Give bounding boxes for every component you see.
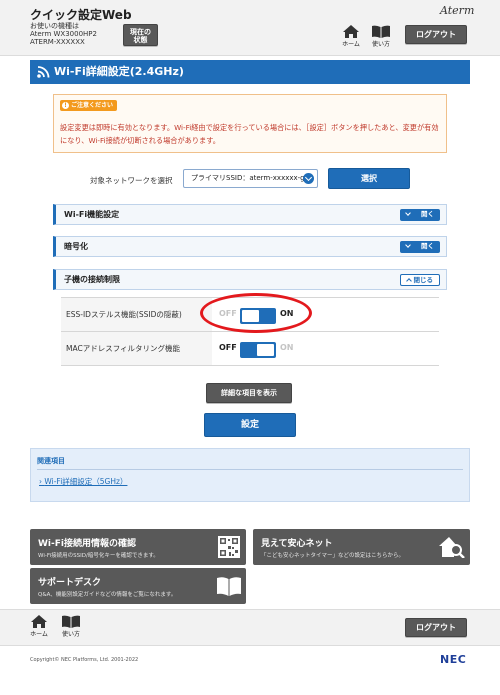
toggle-label: 開く bbox=[421, 242, 434, 250]
tile-desc: 「こども安心ネットタイマー」などの設定はこちらから。 bbox=[261, 553, 405, 559]
book-icon bbox=[372, 25, 390, 38]
home-icon bbox=[31, 615, 47, 628]
toggle-label: 開く bbox=[421, 210, 434, 218]
aterm-logo: Aterm bbox=[440, 4, 475, 17]
info-icon: ! bbox=[62, 102, 69, 109]
help-label: 使い方 bbox=[61, 631, 80, 638]
select-network-button[interactable]: 選択 bbox=[328, 168, 410, 189]
chevron-up-icon bbox=[406, 278, 412, 284]
copyright: Copyright© NEC Platforms, Ltd. 2001-2022 bbox=[30, 657, 139, 663]
setting-row-mac-filter: MACアドレスフィルタリング機能 OFF ON bbox=[61, 332, 439, 366]
switch-track bbox=[240, 342, 276, 358]
section-client-restriction[interactable]: 子機の接続制限 閉じる bbox=[53, 269, 447, 290]
apply-settings-button[interactable]: 設定 bbox=[204, 413, 296, 437]
nec-logo: NEC bbox=[440, 653, 467, 666]
chevron-down-icon bbox=[303, 173, 314, 184]
house-magnifier-icon bbox=[439, 537, 465, 558]
device-label: お使いの機種は bbox=[30, 22, 79, 30]
collapse-toggle[interactable]: 閉じる bbox=[400, 274, 440, 286]
expand-toggle[interactable]: 開く bbox=[400, 241, 440, 253]
current-status-label: 現在の 状態 bbox=[130, 28, 151, 44]
footer-help-nav[interactable]: 使い方 bbox=[58, 615, 84, 638]
related-link-label: Wi-Fi詳細設定（5GHz） bbox=[44, 477, 128, 486]
page-title: Wi-Fi詳細設定(2.4GHz) bbox=[54, 65, 184, 78]
safety-net-tile[interactable]: 見えて安心ネット 「こども安心ネットタイマー」などの設定はこちらから。 bbox=[253, 529, 470, 565]
section-encryption[interactable]: 暗号化 開く bbox=[53, 236, 447, 257]
notice-badge: ! ご注意ください bbox=[60, 100, 118, 111]
related-link[interactable]: › Wi-Fi詳細設定（5GHz） bbox=[39, 476, 127, 487]
notice-message: 設定変更は即時に有効となります。Wi-Fi経由で設定を行っている場合には、［設定… bbox=[60, 123, 439, 145]
highlight-ring bbox=[200, 293, 312, 333]
tile-desc: Wi-Fi接続用のSSID/暗号化キーを確認できます。 bbox=[38, 553, 159, 559]
qr-code-icon bbox=[218, 536, 240, 558]
switch-off-label: OFF bbox=[219, 343, 237, 352]
tile-title: Wi-Fi接続用情報の確認 bbox=[38, 539, 136, 549]
notice-badge-label: ご注意ください bbox=[71, 102, 114, 109]
model-name: Aterm WX3000HP2 bbox=[30, 30, 97, 38]
footer-bar: ホーム 使い方 ログアウト bbox=[0, 609, 500, 646]
tile-desc: Q&A、機能別設定ガイドなどの情報をご覧になれます。 bbox=[38, 592, 177, 598]
show-details-button[interactable]: 詳細な項目を表示 bbox=[206, 383, 292, 403]
related-items: 関連項目 › Wi-Fi詳細設定（5GHz） bbox=[30, 448, 470, 502]
setting-label: ESS-IDステルス機能(SSIDの隠蔽) bbox=[61, 298, 212, 331]
network-select-value: プライマリSSID：aterm-xxxxxx-g bbox=[191, 174, 305, 182]
switch-knob bbox=[257, 344, 274, 356]
current-status-button[interactable]: 現在の 状態 bbox=[123, 24, 158, 46]
tile-title: サポートデスク bbox=[38, 578, 102, 588]
chevron-down-icon bbox=[405, 242, 411, 248]
section-wifi-function[interactable]: Wi-Fi機能設定 開く bbox=[53, 204, 447, 225]
section-label: 子機の接続制限 bbox=[64, 275, 120, 284]
wifi-icon bbox=[37, 66, 50, 78]
divider bbox=[37, 469, 463, 470]
chevron-down-icon bbox=[405, 210, 411, 216]
related-heading: 関連項目 bbox=[37, 457, 65, 465]
toggle-label: 閉じる bbox=[413, 276, 434, 284]
page-title-bar: Wi-Fi詳細設定(2.4GHz) bbox=[30, 60, 470, 84]
home-icon bbox=[343, 25, 359, 38]
tile-title: 見えて安心ネット bbox=[261, 539, 333, 549]
home-label: ホーム bbox=[342, 41, 360, 48]
home-label: ホーム bbox=[30, 631, 48, 638]
setting-label: MACアドレスフィルタリング機能 bbox=[61, 332, 212, 365]
section-label: Wi-Fi機能設定 bbox=[64, 210, 120, 219]
book-icon bbox=[217, 577, 241, 596]
app-title: クイック設定Web bbox=[30, 8, 132, 22]
footer-home-nav[interactable]: ホーム bbox=[27, 615, 51, 638]
support-desk-tile[interactable]: サポートデスク Q&A、機能別設定ガイドなどの情報をご覧になれます。 bbox=[30, 568, 246, 604]
notice-box: ! ご注意ください 設定変更は即時に有効となります。Wi-Fi経由で設定を行ってい… bbox=[53, 94, 447, 153]
expand-toggle[interactable]: 開く bbox=[400, 209, 440, 221]
help-label: 使い方 bbox=[371, 41, 390, 48]
network-select[interactable]: プライマリSSID：aterm-xxxxxx-g bbox=[183, 169, 318, 188]
device-name: ATERM-XXXXXX bbox=[30, 38, 85, 46]
wifi-info-tile[interactable]: Wi-Fi接続用情報の確認 Wi-Fi接続用のSSID/暗号化キーを確認できます… bbox=[30, 529, 246, 565]
network-select-label: 対象ネットワークを選択 bbox=[90, 176, 173, 185]
help-nav[interactable]: 使い方 bbox=[368, 25, 394, 48]
home-nav[interactable]: ホーム bbox=[339, 25, 363, 48]
switch-on-label: ON bbox=[280, 343, 294, 352]
header: クイック設定Web お使いの機種は Aterm WX3000HP2 ATERM-… bbox=[0, 0, 500, 56]
book-icon bbox=[62, 615, 80, 628]
section-label: 暗号化 bbox=[64, 242, 88, 251]
logout-button[interactable]: ログアウト bbox=[405, 25, 467, 44]
footer-logout-button[interactable]: ログアウト bbox=[405, 618, 467, 637]
